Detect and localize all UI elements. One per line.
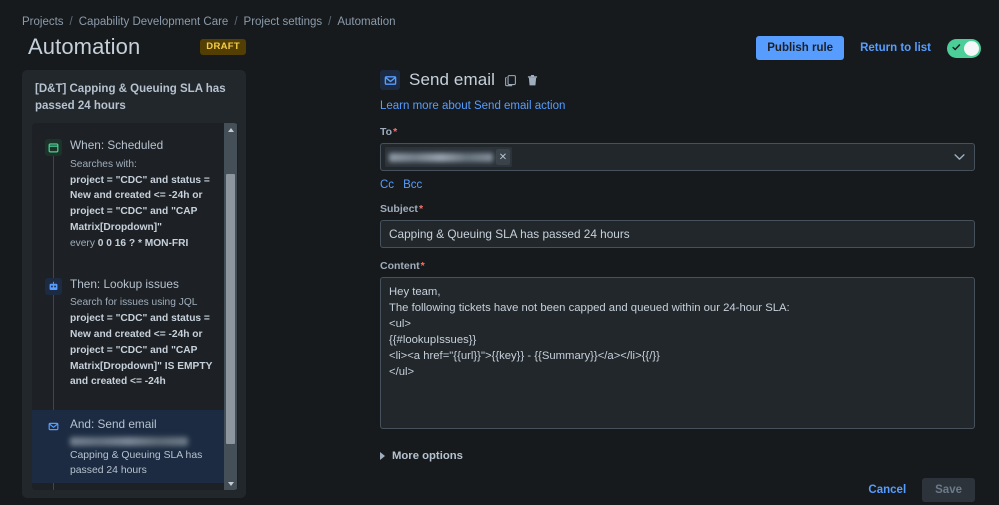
chevron-down-icon[interactable] bbox=[954, 154, 965, 161]
rule-steps-scrollbar[interactable] bbox=[224, 123, 237, 490]
cc-link[interactable]: Cc bbox=[380, 179, 394, 191]
recipient-redacted-text bbox=[389, 152, 493, 162]
rule-steps-container: When: Scheduled Searches with: project =… bbox=[32, 123, 238, 490]
subject-field-label: Subject* bbox=[380, 203, 975, 215]
breadcrumb-separator: / bbox=[328, 16, 332, 28]
top-actions: Publish rule Return to list bbox=[756, 36, 981, 60]
return-to-list-button[interactable]: Return to list bbox=[860, 42, 931, 54]
scroll-up-arrow-icon[interactable] bbox=[224, 123, 237, 136]
lookup-robot-icon bbox=[45, 277, 62, 295]
breadcrumb-item-automation[interactable]: Automation bbox=[337, 16, 395, 28]
more-options-toggle[interactable]: More options bbox=[380, 450, 975, 462]
step-sub-jql: project = "CDC" and status = New and cre… bbox=[70, 313, 213, 388]
toggle-knob bbox=[964, 40, 979, 56]
breadcrumb-item-project[interactable]: Capability Development Care bbox=[79, 16, 229, 28]
page-section-title: Send email bbox=[409, 70, 496, 89]
rule-step-lookup-issues[interactable]: Then: Lookup issues Search for issues us… bbox=[32, 270, 224, 395]
publish-rule-button[interactable]: Publish rule bbox=[756, 36, 845, 60]
trash-icon[interactable] bbox=[526, 74, 539, 87]
step-title: When: Scheduled bbox=[70, 138, 164, 152]
required-asterisk: * bbox=[420, 260, 425, 272]
check-icon bbox=[952, 43, 961, 50]
rule-steps-scroll: When: Scheduled Searches with: project =… bbox=[32, 123, 224, 490]
envelope-icon bbox=[380, 70, 400, 90]
content-label-text: Content bbox=[380, 260, 420, 272]
step-description: Capping & Queuing SLA has passed 24 hour… bbox=[70, 449, 203, 477]
bcc-link[interactable]: Bcc bbox=[403, 179, 422, 191]
step-description: Search for issues using JQL project = "C… bbox=[70, 295, 214, 390]
content-field-label: Content* bbox=[380, 260, 975, 272]
send-email-detail-panel: Send email Learn more about Send email a… bbox=[380, 70, 975, 502]
breadcrumb-item-project-settings[interactable]: Project settings bbox=[244, 16, 323, 28]
cancel-button[interactable]: Cancel bbox=[858, 478, 916, 502]
rule-enabled-toggle[interactable] bbox=[947, 38, 981, 58]
step-description: Searches with: project = "CDC" and statu… bbox=[70, 157, 214, 252]
learn-more-link[interactable]: Learn more about Send email action bbox=[380, 100, 975, 112]
rule-step-when-scheduled[interactable]: When: Scheduled Searches with: project =… bbox=[32, 131, 224, 256]
breadcrumb: Projects / Capability Development Care /… bbox=[22, 16, 396, 28]
envelope-icon bbox=[45, 418, 62, 436]
remove-recipient-icon[interactable]: ✕ bbox=[496, 149, 510, 165]
chevron-right-icon bbox=[380, 452, 385, 460]
breadcrumb-separator: / bbox=[234, 16, 238, 28]
content-textarea[interactable] bbox=[380, 277, 975, 429]
scroll-down-arrow-icon[interactable] bbox=[224, 477, 237, 490]
subject-input[interactable] bbox=[380, 220, 975, 248]
to-input[interactable]: ✕ bbox=[380, 143, 975, 171]
required-asterisk: * bbox=[418, 203, 424, 215]
cc-bcc-row: Cc Bcc bbox=[380, 179, 975, 191]
step-sub-cron: 0 0 16 ? * MON-FRI bbox=[97, 237, 189, 249]
step-sub-intro: Search for issues using JQL bbox=[70, 297, 198, 309]
page-title: Automation bbox=[28, 34, 141, 59]
step-redacted-recipient bbox=[70, 436, 188, 446]
subject-label-text: Subject bbox=[380, 203, 418, 215]
required-asterisk: * bbox=[393, 126, 398, 138]
status-badge: DRAFT bbox=[200, 39, 246, 55]
calendar-icon bbox=[45, 139, 62, 156]
step-title: And: Send email bbox=[70, 417, 157, 432]
form-footer: Cancel Save bbox=[380, 478, 975, 502]
breadcrumb-item-projects[interactable]: Projects bbox=[22, 16, 64, 28]
to-field-label: To* bbox=[380, 126, 975, 138]
detail-header: Send email bbox=[380, 70, 975, 90]
more-options-label: More options bbox=[392, 450, 463, 462]
breadcrumb-separator: / bbox=[69, 16, 73, 28]
step-title: Then: Lookup issues bbox=[70, 276, 179, 291]
rule-name: [D&T] Capping & Queuing SLA has passed 2… bbox=[35, 83, 226, 112]
scrollbar-track[interactable] bbox=[224, 136, 237, 477]
scrollbar-thumb[interactable] bbox=[226, 174, 235, 444]
rule-panel: [D&T] Capping & Queuing SLA has passed 2… bbox=[22, 70, 246, 498]
rule-step-send-email[interactable]: And: Send email Capping & Queuing SLA ha… bbox=[32, 410, 224, 484]
copy-icon[interactable] bbox=[504, 74, 517, 87]
to-label-text: To bbox=[380, 126, 393, 138]
step-sub-plain: every bbox=[70, 237, 98, 249]
page-title-row: Automation DRAFT bbox=[28, 34, 246, 60]
recipient-chip[interactable]: ✕ bbox=[385, 147, 512, 167]
save-button: Save bbox=[922, 478, 975, 502]
step-sub-intro: Searches with: bbox=[70, 158, 137, 170]
step-sub-jql: project = "CDC" and status = New and cre… bbox=[70, 174, 210, 233]
